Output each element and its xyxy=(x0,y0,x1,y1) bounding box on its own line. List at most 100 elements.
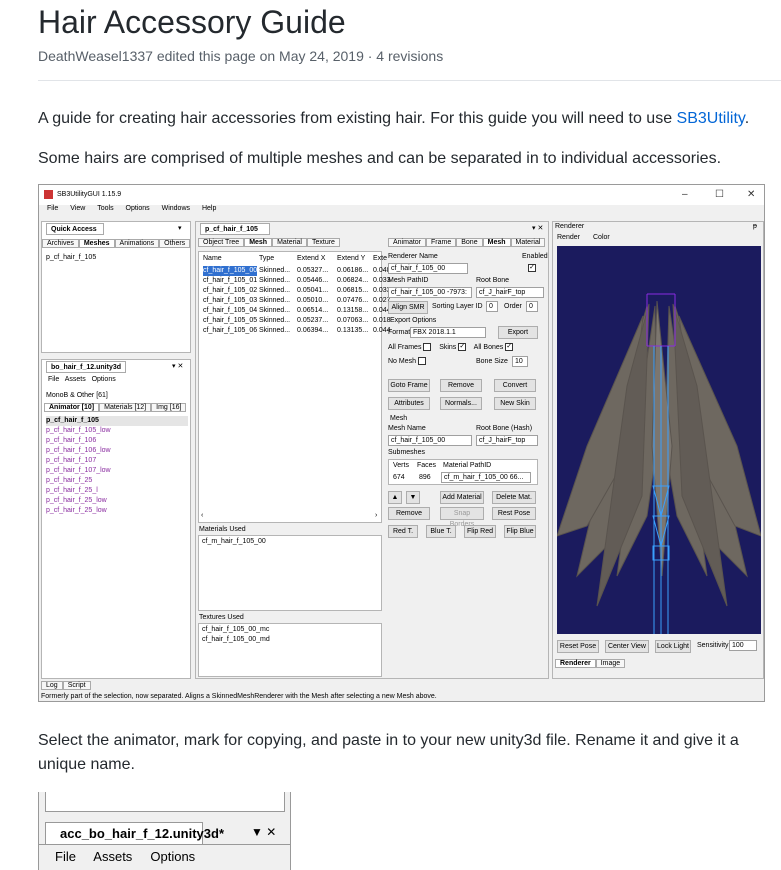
remove-button[interactable]: Remove xyxy=(440,379,482,392)
list-item[interactable]: cf_hair_f_105_00_mc xyxy=(202,626,269,633)
mesh-name-field[interactable]: cf_hair_f_105_00 xyxy=(388,435,472,446)
file-tab-renamed[interactable]: acc_bo_hair_f_12.unity3d* xyxy=(45,822,224,844)
scroll-left-icon[interactable]: ‹ xyxy=(201,512,203,519)
list-item[interactable]: cf_m_hair_f_105_00 xyxy=(202,538,266,545)
list-item[interactable]: p_cf_hair_f_105 xyxy=(46,416,188,426)
file-tab[interactable]: bo_hair_f_12.unity3d xyxy=(46,361,126,373)
delete-material-button[interactable]: Delete Mat. xyxy=(492,491,536,504)
tab-mesh[interactable]: Mesh xyxy=(244,238,273,247)
tab-script[interactable]: Script xyxy=(62,681,91,690)
mono-tab[interactable]: MonoB & Other [61] xyxy=(46,392,108,399)
tab-materials[interactable]: Materials [12] xyxy=(99,403,152,412)
tab-image[interactable]: Image xyxy=(595,659,626,668)
list-item[interactable]: p_cf_hair_f_107_low xyxy=(46,466,188,476)
reset-pose-button[interactable]: Reset Pose xyxy=(557,640,599,653)
snap-borders-button[interactable]: Snap Borders xyxy=(440,507,484,528)
editor-tab[interactable]: p_cf_hair_f_105 xyxy=(200,223,270,235)
list-item[interactable]: p_cf_hair_f_25_low xyxy=(46,506,188,516)
add-material-button[interactable]: Add Material xyxy=(440,491,484,504)
list-item[interactable]: p_cf_hair_f_107 xyxy=(46,456,188,466)
flip-blue-button[interactable]: Flip Blue xyxy=(504,525,536,538)
mesh-pathid-select[interactable]: cf_hair_f_105_00 -7973: xyxy=(388,287,472,298)
tab-animator-props[interactable]: Animator xyxy=(388,238,427,247)
tab-material[interactable]: Material xyxy=(272,238,307,247)
sb3utility-link[interactable]: SB3Utility xyxy=(677,110,745,127)
renderer-name-field[interactable]: cf_hair_f_105_00 xyxy=(388,263,468,274)
tab-texture[interactable]: Texture xyxy=(307,238,340,247)
editor-close-icon[interactable]: ▾ ✕ xyxy=(532,224,543,232)
submesh-material-select[interactable]: cf_m_hair_f_105_00 66... xyxy=(441,472,531,483)
blue-t-button[interactable]: Blue T. xyxy=(426,525,456,538)
menu-windows[interactable]: Windows xyxy=(162,205,190,212)
table-row[interactable]: cf_hair_f_105_00 Skinned... 0.05327... 0.06… xyxy=(201,266,391,276)
sensitivity-field[interactable]: 100 xyxy=(729,640,757,651)
tab-archives[interactable]: Archives xyxy=(42,239,79,248)
sub-menu-options[interactable]: Options xyxy=(150,849,195,864)
menu-view[interactable]: View xyxy=(70,205,85,212)
tab-log[interactable]: Log xyxy=(41,681,63,690)
col-type[interactable]: Type xyxy=(259,254,274,264)
file-menu-assets[interactable]: Assets xyxy=(65,376,86,383)
menu-help[interactable]: Help xyxy=(202,205,216,212)
tab-material-props[interactable]: Material xyxy=(510,238,546,247)
tab-renderer[interactable]: Renderer xyxy=(555,659,596,668)
center-view-button[interactable]: Center View xyxy=(605,640,649,653)
col-extend-x[interactable]: Extend X xyxy=(297,254,325,264)
table-row[interactable]: cf_hair_f_105_01 Skinned... 0.05446... 0.06… xyxy=(201,276,391,286)
table-row[interactable]: cf_hair_f_105_02 Skinned... 0.05041... 0.06… xyxy=(201,286,391,296)
maximize-icon[interactable]: ☐ xyxy=(715,189,724,200)
scroll-right-icon[interactable]: › xyxy=(375,512,377,519)
list-item[interactable]: p_cf_hair_f_25_low xyxy=(46,496,188,506)
col-faces[interactable]: Faces xyxy=(417,462,436,469)
menu-file[interactable]: File xyxy=(47,205,58,212)
export-button[interactable]: Export xyxy=(498,326,538,339)
renderer-menu-render[interactable]: Render xyxy=(557,234,580,241)
tab-animator[interactable]: Animator [10] xyxy=(44,403,100,412)
skins-checkbox[interactable]: ✓ xyxy=(458,343,467,351)
3d-viewport[interactable] xyxy=(557,246,761,634)
file-panel-close-icon[interactable]: ▾ ✕ xyxy=(172,362,183,370)
list-item[interactable]: p_cf_hair_f_106_low xyxy=(46,446,188,456)
order-field[interactable]: 0 xyxy=(526,301,538,312)
no-mesh-checkbox[interactable] xyxy=(417,357,426,365)
all-frames-checkbox[interactable] xyxy=(423,343,432,351)
red-t-button[interactable]: Red T. xyxy=(388,525,418,538)
minimize-icon[interactable]: – xyxy=(682,189,688,200)
col-name[interactable]: Name xyxy=(203,254,222,264)
list-item[interactable]: p_cf_hair_f_25 xyxy=(46,476,188,486)
flip-red-button[interactable]: Flip Red xyxy=(464,525,496,538)
tab-object-tree[interactable]: Object Tree xyxy=(198,238,245,247)
tab-meshes[interactable]: Meshes xyxy=(78,239,115,248)
chevron-down-icon[interactable]: ▾ xyxy=(178,224,182,232)
tab-mesh-props[interactable]: Mesh xyxy=(482,238,511,247)
sub-menu-assets[interactable]: Assets xyxy=(93,849,132,864)
rest-pose-button[interactable]: Rest Pose xyxy=(492,507,536,520)
tab-animations[interactable]: Animations xyxy=(114,239,160,248)
list-item[interactable]: p_cf_hair_f_106 xyxy=(46,436,188,446)
table-row[interactable]: cf_hair_f_105_06 Skinned... 0.06394... 0.13… xyxy=(201,326,391,336)
normals-button[interactable]: Normals... xyxy=(440,397,482,410)
new-skin-button[interactable]: New Skin xyxy=(494,397,536,410)
renderer-menu-color[interactable]: Color xyxy=(593,234,610,241)
enabled-checkbox[interactable]: ✓ xyxy=(528,264,536,272)
list-item[interactable]: cf_hair_f_105_00_md xyxy=(202,636,270,643)
col-material-pathid[interactable]: Material PathID xyxy=(443,462,491,469)
tab-bone[interactable]: Bone xyxy=(456,238,483,247)
tab-frame[interactable]: Frame xyxy=(426,238,457,247)
root-bone-select[interactable]: cf_J_hairF_top xyxy=(476,287,544,298)
tab-others[interactable]: Others xyxy=(159,239,191,248)
lock-light-button[interactable]: Lock Light xyxy=(655,640,691,653)
close-icon[interactable]: ✕ xyxy=(747,189,755,200)
tab-dropdown-close-icon[interactable]: ▼ ✕ xyxy=(251,825,276,839)
col-verts[interactable]: Verts xyxy=(393,462,409,469)
remove-submesh-button[interactable]: Remove xyxy=(388,507,430,520)
root-bone-hash-field[interactable]: cf_J_hairF_top xyxy=(476,435,538,446)
move-up-icon[interactable]: ▲ xyxy=(388,491,402,504)
format-select[interactable]: FBX 2018.1.1 xyxy=(410,327,486,338)
qa-mesh-item[interactable]: p_cf_hair_f_105 xyxy=(46,254,96,261)
table-row[interactable]: cf_hair_f_105_03 Skinned... 0.05010... 0.07… xyxy=(201,296,391,306)
file-menu-options[interactable]: Options xyxy=(92,376,116,383)
sorting-layer-field[interactable]: 0 xyxy=(486,301,498,312)
bone-size-field[interactable]: 10 xyxy=(512,356,528,367)
all-bones-checkbox[interactable]: ✓ xyxy=(505,343,514,351)
